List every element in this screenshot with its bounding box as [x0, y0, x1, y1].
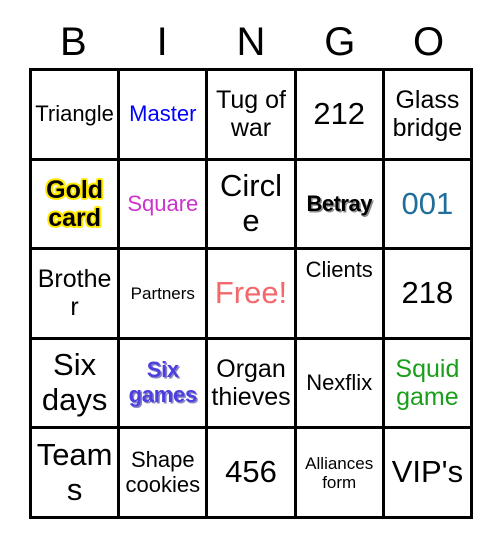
bingo-cell-label: Master	[129, 100, 197, 126]
bingo-cell-r4c4[interactable]: Nexflix	[296, 339, 385, 430]
header-letter-i: I	[156, 20, 168, 64]
bingo-cell-label: Nexflix	[306, 369, 373, 395]
bingo-cell-r2c1[interactable]: Gold card	[32, 160, 121, 251]
bingo-cell-r5c3[interactable]: 456	[208, 429, 297, 519]
header-letter-b: B	[60, 20, 87, 64]
bingo-cell-r1c1[interactable]: Triangle	[32, 71, 121, 161]
bingo-cell-label: Squid game	[395, 355, 460, 412]
bingo-cell-label: Glass bridge	[392, 86, 463, 143]
bingo-cell-label: Clients	[305, 257, 373, 283]
bingo-cell-label: Organ thieves	[211, 355, 291, 412]
bingo-cell-r4c3[interactable]: Organ thieves	[208, 339, 297, 430]
bingo-cell-label: Shape cookies	[125, 447, 201, 497]
bingo-cell-label: Square	[127, 190, 199, 216]
bingo-cell-label: Partners	[130, 283, 195, 303]
bingo-cell-r3c1[interactable]: Brother	[32, 250, 121, 340]
bingo-cell-r5c1[interactable]: Teams	[32, 429, 121, 519]
bingo-cell-r1c5[interactable]: Glass bridge	[384, 71, 473, 161]
bingo-cell-r2c5[interactable]: 001	[384, 160, 473, 251]
header-letter-n: N	[236, 20, 266, 64]
bingo-cell-label: Betray	[306, 190, 372, 216]
header-letter-g: G	[324, 20, 356, 64]
bingo-header-row: B I N G O	[29, 16, 473, 68]
bingo-cell-r3c5[interactable]: 218	[384, 250, 473, 340]
bingo-cell-r3c3[interactable]: Free!	[208, 250, 297, 340]
bingo-cell-label: Free!	[214, 275, 288, 311]
bingo-cell-r5c4[interactable]: Alliances form	[296, 429, 385, 519]
bingo-cell-label: Alliances form	[305, 453, 374, 492]
bingo-cell-label: Six days	[41, 347, 108, 418]
header-letter-o: O	[413, 20, 445, 64]
bingo-cell-r4c1[interactable]: Six days	[32, 339, 121, 430]
bingo-cell-label: 001	[401, 185, 454, 221]
bingo-cell-label: Tug of war	[216, 86, 286, 143]
bingo-cell-r1c3[interactable]: Tug of war	[208, 71, 297, 161]
bingo-cell-r1c2[interactable]: Master	[120, 71, 209, 161]
bingo-cell-r5c5[interactable]: VIP's	[384, 429, 473, 519]
bingo-cell-r4c5[interactable]: Squid game	[384, 339, 473, 430]
bingo-cell-r3c4[interactable]: Clients	[296, 250, 385, 340]
bingo-card: B I N G O Triangle Master Tug of war 212 Gla…	[0, 0, 501, 544]
bingo-cell-r5c2[interactable]: Shape cookies	[120, 429, 209, 519]
bingo-cell-r1c4[interactable]: 212	[296, 71, 385, 161]
bingo-cell-label: VIP's	[391, 454, 464, 490]
bingo-cell-label: Circle	[219, 168, 282, 238]
bingo-cell-r2c4[interactable]: Betray	[296, 160, 385, 251]
bingo-cell-label: Triangle	[35, 100, 114, 126]
bingo-grid: Triangle Master Tug of war 212 Glass bridge G…	[29, 68, 473, 519]
bingo-cell-r2c2[interactable]: Square	[120, 160, 209, 251]
bingo-cell-label: 218	[401, 275, 454, 311]
bingo-cell-r2c3[interactable]: Circle	[208, 160, 297, 251]
bingo-cell-label: Teams	[36, 436, 113, 507]
bingo-cell-label: Brother	[37, 265, 112, 322]
bingo-cell-label: Six games	[128, 357, 198, 408]
bingo-cell-label: 456	[225, 454, 277, 490]
bingo-cell-label: Gold card	[46, 175, 104, 232]
bingo-cell-label: 212	[313, 95, 366, 131]
bingo-cell-r4c2[interactable]: Six games	[120, 339, 209, 430]
bingo-cell-r3c2[interactable]: Partners	[120, 250, 209, 340]
